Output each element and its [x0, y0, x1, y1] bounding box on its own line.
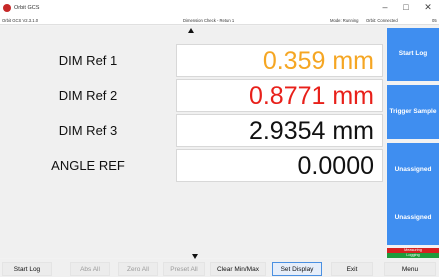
row-value[interactable]: 0.0000 — [176, 149, 383, 182]
measurement-row: DIM Ref 1 0.359 mm — [0, 44, 386, 77]
row-value[interactable]: 0.8771 mm — [176, 79, 383, 112]
row-label: DIM Ref 3 — [58, 123, 118, 138]
row-label: DIM Ref 1 — [58, 53, 118, 68]
measurement-row: ANGLE REF 0.0000 — [0, 149, 386, 182]
page-title: Dimension Check - Retun 1 — [183, 18, 235, 23]
preset-all-button[interactable]: Preset All — [163, 262, 205, 276]
measurement-row: DIM Ref 2 0.8771 mm — [0, 79, 386, 112]
app-logo-icon — [3, 4, 11, 12]
maximize-icon[interactable]: □ — [400, 2, 412, 12]
start-log-button[interactable]: Start Log — [2, 262, 52, 276]
app-window: Orbit GCS – □ ✕ Orbit GCS V2.3.1.0 Dimen… — [0, 0, 439, 277]
row-value[interactable]: 0.359 mm — [176, 44, 383, 77]
clear-minmax-button[interactable]: Clear Min/Max — [210, 262, 266, 276]
zero-all-button[interactable]: Zero All — [118, 262, 158, 276]
scroll-up-icon[interactable] — [188, 28, 194, 33]
row-label: ANGLE REF — [51, 158, 125, 173]
exit-button[interactable]: Exit — [331, 262, 373, 276]
logging-status-badge: Logging — [387, 253, 439, 258]
row-value[interactable]: 2.9354 mm — [176, 114, 383, 147]
info-bar: Orbit GCS V2.3.1.0 Dimension Check - Ret… — [0, 16, 439, 25]
abs-all-button[interactable]: Abs All — [70, 262, 110, 276]
unassigned-button-1[interactable]: Unassigned — [387, 143, 439, 197]
start-log-side-button[interactable]: Start Log — [387, 28, 439, 81]
bottom-toolbar: Start Log Abs All Zero All Preset All Cl… — [0, 259, 439, 277]
side-panel: Start Log Trigger Sample Unassigned Unas… — [386, 26, 439, 258]
orbit-status: Orbit: Connected — [366, 18, 398, 23]
close-icon[interactable]: ✕ — [422, 2, 434, 13]
mode-status: Mode: Running — [330, 18, 359, 23]
window-title: Orbit GCS — [14, 5, 40, 11]
trigger-sample-button[interactable]: Trigger Sample — [387, 85, 439, 139]
row-label: DIM Ref 2 — [58, 88, 118, 103]
unassigned-button-2[interactable]: Unassigned — [387, 191, 439, 245]
title-bar: Orbit GCS – □ ✕ — [0, 0, 439, 16]
set-display-button[interactable]: Set Display — [272, 262, 322, 276]
extra-status: 05 — [432, 18, 437, 23]
measurement-panel: DIM Ref 1 0.359 mm DIM Ref 2 0.8771 mm D… — [0, 26, 386, 258]
measurement-row: DIM Ref 3 2.9354 mm — [0, 114, 386, 147]
menu-button[interactable]: Menu — [384, 262, 436, 276]
minimize-icon[interactable]: – — [379, 2, 391, 12]
version-label: Orbit GCS V2.3.1.0 — [2, 18, 39, 23]
